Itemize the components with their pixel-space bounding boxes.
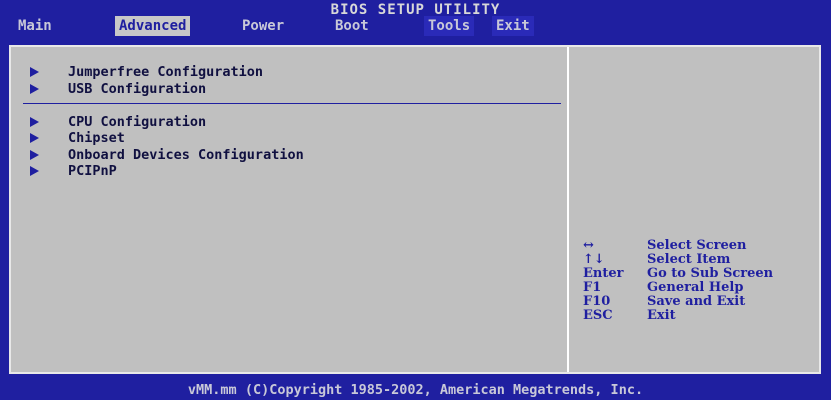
help-row-exit: ESC Exit	[583, 309, 819, 323]
menu-boot[interactable]: Boot	[335, 16, 369, 36]
menu-entry-label: CPU Configuration	[68, 114, 207, 130]
key-help-list: ↔ Select Screen ↑↓ Select Item Enter Go …	[583, 239, 819, 323]
help-desc: Select Item	[647, 252, 731, 267]
menu-entry-label: Chipset	[68, 130, 125, 146]
help-key: Enter	[583, 266, 624, 281]
help-desc: General Help	[647, 280, 744, 295]
help-desc: Exit	[647, 308, 676, 323]
help-key: F1	[583, 280, 602, 295]
menu-main[interactable]: Main	[18, 16, 52, 36]
menu-bar: Main Advanced Power Boot Tools Exit	[0, 16, 560, 38]
menu-entry-label: Jumperfree Configuration	[68, 64, 264, 80]
menu-entry-label: PCIPnP	[68, 163, 117, 179]
submenu-arrow-icon	[30, 117, 39, 127]
bios-screen: BIOS SETUP UTILITY Main Advanced Power B…	[0, 0, 831, 400]
submenu-arrow-icon	[30, 166, 39, 176]
separator-line	[23, 103, 561, 104]
help-key: ESC	[583, 308, 613, 323]
left-right-arrow-icon: ↔	[583, 238, 594, 253]
help-row-select-item: ↑↓ Select Item	[583, 253, 819, 267]
help-desc: Save and Exit	[647, 294, 746, 309]
help-row-general-help: F1 General Help	[583, 281, 819, 295]
main-panel: Jumperfree Configuration USB Configurati…	[9, 45, 821, 374]
menu-advanced[interactable]: Advanced	[115, 16, 191, 36]
menu-entry-label: Onboard Devices Configuration	[68, 147, 304, 163]
submenu-arrow-icon	[30, 133, 39, 143]
help-key: F10	[583, 294, 611, 309]
help-desc: Select Screen	[647, 238, 747, 253]
help-desc: Go to Sub Screen	[647, 266, 774, 281]
copyright-footer: vMM.mm (C)Copyright 1985-2002, American …	[187, 382, 644, 398]
help-row-save-exit: F10 Save and Exit	[583, 295, 819, 309]
menu-tools[interactable]: Tools	[424, 16, 475, 36]
help-row-sub-screen: Enter Go to Sub Screen	[583, 267, 819, 281]
submenu-arrow-icon	[30, 67, 39, 77]
submenu-arrow-icon	[30, 84, 39, 94]
submenu-arrow-icon	[30, 150, 39, 160]
menu-exit[interactable]: Exit	[492, 16, 534, 36]
help-row-select-screen: ↔ Select Screen	[583, 239, 819, 253]
options-panel: Jumperfree Configuration USB Configurati…	[11, 47, 567, 372]
up-down-arrow-icon: ↑↓	[583, 252, 605, 267]
menu-power[interactable]: Power	[242, 16, 284, 36]
help-panel: ↔ Select Screen ↑↓ Select Item Enter Go …	[569, 47, 819, 372]
menu-entry-label: USB Configuration	[68, 81, 207, 97]
